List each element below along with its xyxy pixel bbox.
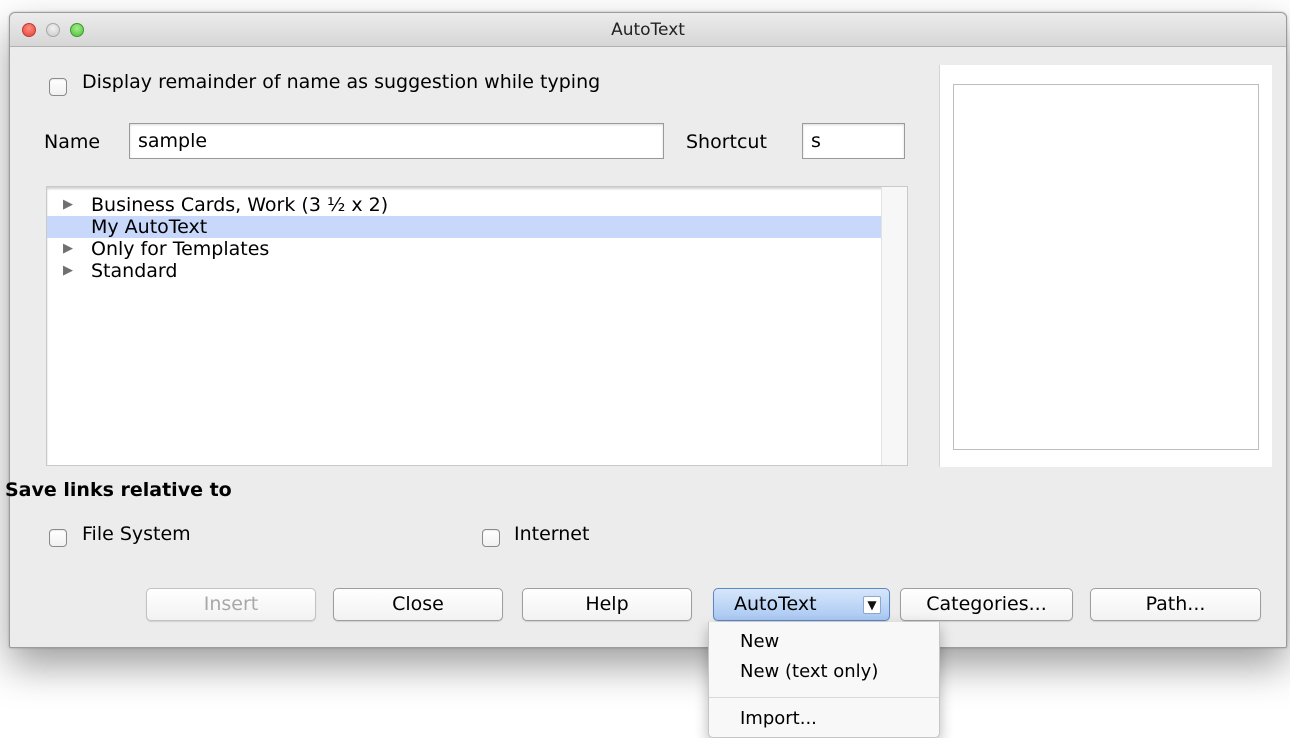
name-label: Name xyxy=(44,131,101,153)
insert-button[interactable]: Insert xyxy=(146,588,316,621)
autotext-dropdown-menu: New New (text only) Import... xyxy=(708,622,940,738)
tree-item-only-for-templates[interactable]: ▶ Only for Templates xyxy=(47,238,882,260)
tree-item-standard[interactable]: ▶ Standard xyxy=(47,260,882,282)
tree-item-label: Business Cards, Work (3 ½ x 2) xyxy=(91,194,389,216)
menu-item-import[interactable]: Import... xyxy=(709,706,939,731)
tree-item-label: My AutoText xyxy=(91,216,208,238)
help-button[interactable]: Help xyxy=(522,588,692,621)
tree-item-label: Standard xyxy=(91,260,178,282)
file-system-label: File System xyxy=(82,523,191,545)
expand-triangle-icon[interactable]: ▶ xyxy=(63,194,77,216)
shortcut-input[interactable]: s xyxy=(802,123,905,159)
internet-checkbox[interactable] xyxy=(482,529,500,547)
window-title: AutoText xyxy=(611,20,685,40)
close-button[interactable]: Close xyxy=(333,588,503,621)
tree-item-my-autotext[interactable]: My AutoText xyxy=(47,216,882,238)
path-button[interactable]: Path... xyxy=(1090,588,1261,621)
menu-item-new-text-only[interactable]: New (text only) xyxy=(709,659,939,684)
autotext-button-label: AutoText xyxy=(734,593,817,615)
preview-pane xyxy=(939,65,1272,467)
file-system-checkbox[interactable] xyxy=(49,529,67,547)
expand-triangle-icon[interactable]: ▶ xyxy=(63,260,77,282)
shortcut-label: Shortcut xyxy=(686,131,767,153)
title-bar[interactable]: AutoText xyxy=(10,13,1286,47)
tree-item-business-cards[interactable]: ▶ Business Cards, Work (3 ½ x 2) xyxy=(47,194,882,216)
display-remainder-label: Display remainder of name as suggestion … xyxy=(82,71,601,93)
menu-item-new[interactable]: New xyxy=(709,629,939,654)
tree-scrollbar[interactable] xyxy=(881,187,907,465)
dropdown-arrow-icon[interactable]: ▼ xyxy=(863,596,881,614)
tree-item-label: Only for Templates xyxy=(91,238,270,260)
menu-separator xyxy=(709,697,939,698)
display-remainder-checkbox[interactable] xyxy=(49,78,67,96)
internet-label: Internet xyxy=(514,523,590,545)
name-input[interactable]: sample xyxy=(129,123,664,159)
autotext-category-tree[interactable]: ▶ Business Cards, Work (3 ½ x 2) My Auto… xyxy=(46,186,908,466)
autotext-menu-button[interactable]: AutoText ▼ xyxy=(713,588,890,621)
save-links-heading: Save links relative to xyxy=(5,479,232,501)
categories-button[interactable]: Categories... xyxy=(900,588,1073,621)
autotext-dialog: AutoText Display remainder of name as su… xyxy=(5,12,1287,648)
expand-triangle-icon[interactable]: ▶ xyxy=(63,238,77,260)
preview-frame xyxy=(953,84,1259,450)
